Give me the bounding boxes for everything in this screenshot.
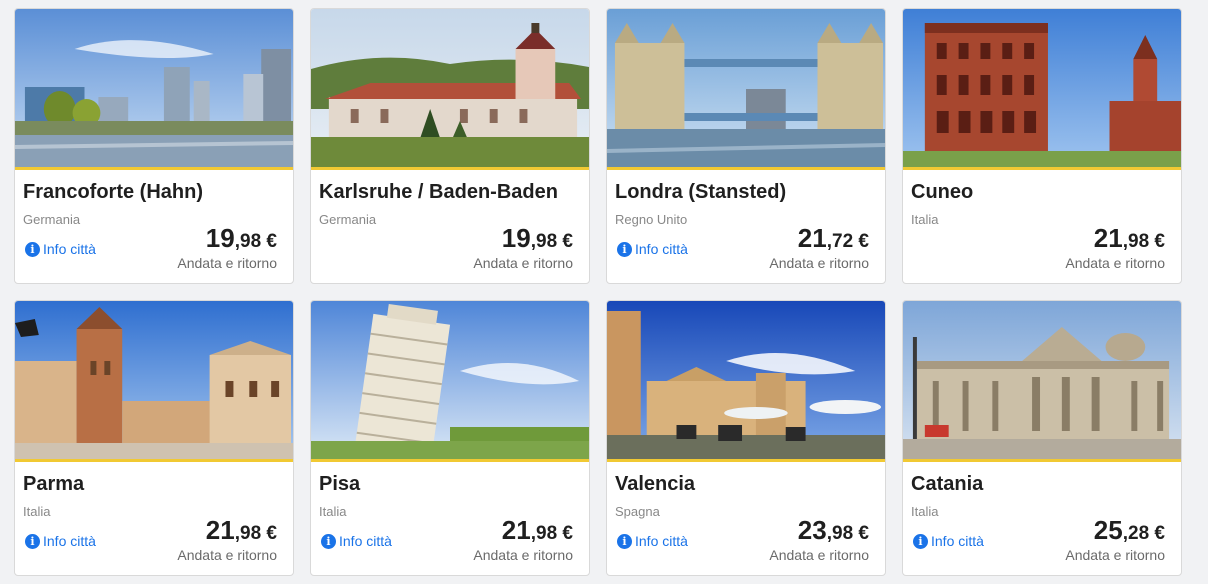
destination-name[interactable]: Francoforte (Hahn) <box>23 181 203 204</box>
price-integer: 19 <box>501 223 531 253</box>
price-currency: € <box>853 231 869 252</box>
info-city-link[interactable]: i Info città <box>25 241 96 257</box>
price-decimal: ,98 <box>530 231 558 252</box>
price: 21,72 € <box>798 223 869 254</box>
price: 21,98 € <box>1094 223 1165 254</box>
info-icon[interactable]: i <box>25 241 40 257</box>
trip-type: Andata e ritorno <box>177 547 277 563</box>
destination-country: Germania <box>23 212 81 227</box>
destination-image[interactable] <box>607 301 885 462</box>
destination-card-karlsruhe[interactable]: Karlsruhe / Baden-Baden Germania 19,98 €… <box>310 8 590 284</box>
price: 23,98 € <box>798 515 869 546</box>
destination-name[interactable]: Londra (Stansted) <box>615 181 786 204</box>
destination-name[interactable]: Catania <box>911 473 983 496</box>
trip-type: Andata e ritorno <box>473 255 573 271</box>
info-icon[interactable]: i <box>617 533 632 549</box>
price-decimal: ,72 <box>826 231 854 252</box>
price: 19,98 € <box>502 223 573 254</box>
price-currency: € <box>1149 523 1165 544</box>
price-decimal: ,98 <box>1122 231 1150 252</box>
info-city-label[interactable]: Info città <box>635 241 688 257</box>
trip-type: Andata e ritorno <box>769 547 869 563</box>
info-city-link[interactable]: i Info città <box>25 533 96 549</box>
destination-card-valencia[interactable]: Valencia Spagna i Info città 23,98 € And… <box>606 300 886 576</box>
destination-name[interactable]: Cuneo <box>911 181 973 204</box>
price: 21,98 € <box>502 515 573 546</box>
destination-image[interactable] <box>311 9 589 170</box>
info-city-link[interactable]: i Info città <box>913 533 984 549</box>
info-city-link[interactable]: i Info città <box>617 241 688 257</box>
info-city-label[interactable]: Info città <box>339 533 392 549</box>
price-decimal: ,98 <box>234 231 262 252</box>
destination-card-francoforte[interactable]: Francoforte (Hahn) Germania i Info città… <box>14 8 294 284</box>
price-integer: 19 <box>205 223 235 253</box>
price-currency: € <box>853 523 869 544</box>
destination-card-cuneo[interactable]: Cuneo Italia 21,98 € Andata e ritorno <box>902 8 1182 284</box>
destination-name[interactable]: Pisa <box>319 473 360 496</box>
destination-image[interactable] <box>311 301 589 462</box>
trip-type: Andata e ritorno <box>1065 255 1165 271</box>
price-decimal: ,28 <box>1122 523 1150 544</box>
destination-name[interactable]: Valencia <box>615 473 695 496</box>
price-currency: € <box>261 523 277 544</box>
info-city-label[interactable]: Info città <box>931 533 984 549</box>
destination-country: Italia <box>319 504 347 519</box>
destination-card-parma[interactable]: Parma Italia i Info città 21,98 € Andata… <box>14 300 294 576</box>
price-integer: 21 <box>797 223 827 253</box>
destination-card-londra[interactable]: Londra (Stansted) Regno Unito i Info cit… <box>606 8 886 284</box>
trip-type: Andata e ritorno <box>177 255 277 271</box>
info-city-label[interactable]: Info città <box>43 533 96 549</box>
price-decimal: ,98 <box>826 523 854 544</box>
price: 21,98 € <box>206 515 277 546</box>
info-icon[interactable]: i <box>913 533 928 549</box>
price-currency: € <box>557 231 573 252</box>
destination-country: Germania <box>319 212 377 227</box>
destination-image[interactable] <box>903 9 1181 170</box>
price-decimal: ,98 <box>530 523 558 544</box>
destination-name[interactable]: Karlsruhe / Baden-Baden <box>319 181 558 204</box>
price-integer: 25 <box>1093 515 1123 545</box>
destination-country: Spagna <box>615 504 660 519</box>
price-currency: € <box>1149 231 1165 252</box>
destination-card-catania[interactable]: Catania Italia i Info città 25,28 € Anda… <box>902 300 1182 576</box>
destination-image[interactable] <box>15 9 293 170</box>
destination-country: Italia <box>911 212 939 227</box>
destination-country: Italia <box>911 504 939 519</box>
info-city-label[interactable]: Info città <box>635 533 688 549</box>
price-integer: 21 <box>1093 223 1123 253</box>
price: 19,98 € <box>206 223 277 254</box>
info-icon[interactable]: i <box>25 533 40 549</box>
destination-image[interactable] <box>903 301 1181 462</box>
price-integer: 23 <box>797 515 827 545</box>
destination-image[interactable] <box>607 9 885 170</box>
info-city-label[interactable]: Info città <box>43 241 96 257</box>
price-integer: 21 <box>501 515 531 545</box>
destination-image[interactable] <box>15 301 293 462</box>
trip-type: Andata e ritorno <box>769 255 869 271</box>
trip-type: Andata e ritorno <box>473 547 573 563</box>
destination-country: Regno Unito <box>615 212 688 227</box>
destination-name[interactable]: Parma <box>23 473 84 496</box>
destination-country: Italia <box>23 504 51 519</box>
info-icon[interactable]: i <box>617 241 632 257</box>
price: 25,28 € <box>1094 515 1165 546</box>
destination-card-pisa[interactable]: Pisa Italia i Info città 21,98 € Andata … <box>310 300 590 576</box>
price-decimal: ,98 <box>234 523 262 544</box>
price-currency: € <box>557 523 573 544</box>
info-icon[interactable]: i <box>321 533 336 549</box>
destination-grid: Francoforte (Hahn) Germania i Info città… <box>14 8 1182 576</box>
price-integer: 21 <box>205 515 235 545</box>
info-city-link[interactable]: i Info città <box>321 533 392 549</box>
price-currency: € <box>261 231 277 252</box>
info-city-link[interactable]: i Info città <box>617 533 688 549</box>
trip-type: Andata e ritorno <box>1065 547 1165 563</box>
